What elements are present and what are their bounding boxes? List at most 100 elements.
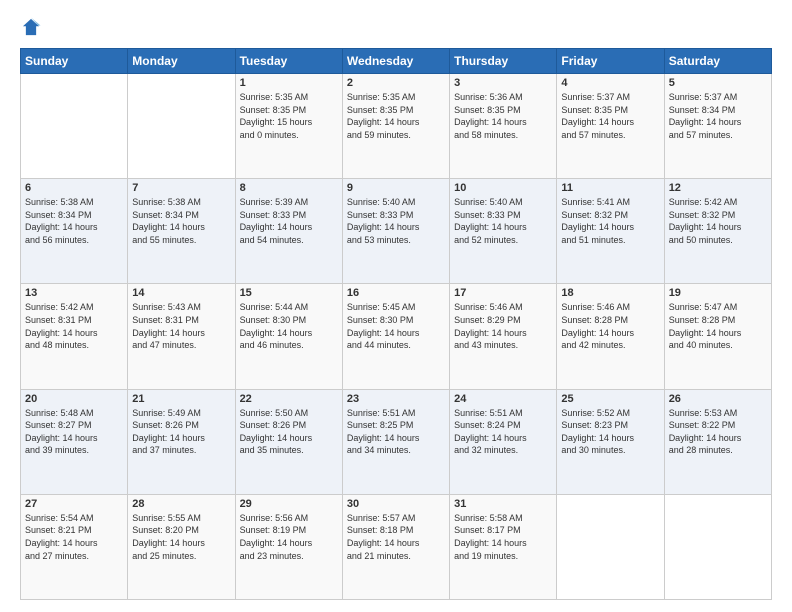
day-cell: 8 Sunrise: 5:39 AM Sunset: 8:33 PM Daylig… [235,179,342,284]
day-number: 26 [669,393,767,405]
week-row-2: 6 Sunrise: 5:38 AM Sunset: 8:34 PM Daylig… [21,179,772,284]
day-cell: 27 Sunrise: 5:54 AM Sunset: 8:21 PM Dayli… [21,494,128,599]
day-info: Sunrise: 5:45 AM Sunset: 8:30 PM Dayligh… [347,301,445,351]
day-number: 31 [454,498,552,510]
day-number: 6 [25,182,123,194]
day-info: Sunrise: 5:53 AM Sunset: 8:22 PM Dayligh… [669,407,767,457]
day-info: Sunrise: 5:40 AM Sunset: 8:33 PM Dayligh… [454,196,552,246]
day-number: 16 [347,287,445,299]
day-cell: 20 Sunrise: 5:48 AM Sunset: 8:27 PM Dayli… [21,389,128,494]
day-number: 1 [240,77,338,89]
day-cell: 12 Sunrise: 5:42 AM Sunset: 8:32 PM Dayli… [664,179,771,284]
day-cell: 9 Sunrise: 5:40 AM Sunset: 8:33 PM Daylig… [342,179,449,284]
day-info: Sunrise: 5:58 AM Sunset: 8:17 PM Dayligh… [454,512,552,562]
day-info: Sunrise: 5:39 AM Sunset: 8:33 PM Dayligh… [240,196,338,246]
day-number: 13 [25,287,123,299]
day-number: 28 [132,498,230,510]
day-number: 14 [132,287,230,299]
day-number: 24 [454,393,552,405]
day-info: Sunrise: 5:44 AM Sunset: 8:30 PM Dayligh… [240,301,338,351]
day-cell: 18 Sunrise: 5:46 AM Sunset: 8:28 PM Dayli… [557,284,664,389]
day-cell: 7Sunrise: 5:38 AM Sunset: 8:34 PM Daylig… [128,179,235,284]
day-info: Sunrise: 5:48 AM Sunset: 8:27 PM Dayligh… [25,407,123,457]
day-number: 18 [561,287,659,299]
logo [20,16,46,38]
day-cell [664,494,771,599]
day-number: 3 [454,77,552,89]
day-cell: 3 Sunrise: 5:36 AM Sunset: 8:35 PM Daylig… [450,74,557,179]
header [20,16,772,38]
day-cell: 28 Sunrise: 5:55 AM Sunset: 8:20 PM Dayli… [128,494,235,599]
day-info: Sunrise: 5:42 AM Sunset: 8:32 PM Dayligh… [669,196,767,246]
weekday-header-row: SundayMondayTuesdayWednesdayThursdayFrid… [21,49,772,74]
day-info: Sunrise: 5:42 AM Sunset: 8:31 PM Dayligh… [25,301,123,351]
day-number: 2 [347,77,445,89]
day-info: Sunrise: 5:41 AM Sunset: 8:32 PM Dayligh… [561,196,659,246]
logo-icon [20,16,42,38]
day-cell: 6Sunrise: 5:38 AM Sunset: 8:34 PM Daylig… [21,179,128,284]
week-row-5: 27 Sunrise: 5:54 AM Sunset: 8:21 PM Dayli… [21,494,772,599]
day-number: 30 [347,498,445,510]
day-cell: 21 Sunrise: 5:49 AM Sunset: 8:26 PM Dayli… [128,389,235,494]
day-number: 21 [132,393,230,405]
day-number: 20 [25,393,123,405]
day-info: Sunrise: 5:38 AM Sunset: 8:34 PM Dayligh… [132,196,230,246]
day-cell: 29Sunrise: 5:56 AM Sunset: 8:19 PM Dayli… [235,494,342,599]
day-number: 5 [669,77,767,89]
day-info: Sunrise: 5:55 AM Sunset: 8:20 PM Dayligh… [132,512,230,562]
day-info: Sunrise: 5:40 AM Sunset: 8:33 PM Dayligh… [347,196,445,246]
day-cell: 1Sunrise: 5:35 AM Sunset: 8:35 PM Daylig… [235,74,342,179]
day-info: Sunrise: 5:36 AM Sunset: 8:35 PM Dayligh… [454,91,552,141]
day-number: 12 [669,182,767,194]
week-row-1: 1Sunrise: 5:35 AM Sunset: 8:35 PM Daylig… [21,74,772,179]
day-info: Sunrise: 5:51 AM Sunset: 8:24 PM Dayligh… [454,407,552,457]
day-info: Sunrise: 5:51 AM Sunset: 8:25 PM Dayligh… [347,407,445,457]
day-number: 25 [561,393,659,405]
day-info: Sunrise: 5:37 AM Sunset: 8:35 PM Dayligh… [561,91,659,141]
day-number: 19 [669,287,767,299]
day-info: Sunrise: 5:49 AM Sunset: 8:26 PM Dayligh… [132,407,230,457]
day-info: Sunrise: 5:56 AM Sunset: 8:19 PM Dayligh… [240,512,338,562]
day-info: Sunrise: 5:47 AM Sunset: 8:28 PM Dayligh… [669,301,767,351]
day-cell: 30Sunrise: 5:57 AM Sunset: 8:18 PM Dayli… [342,494,449,599]
day-number: 9 [347,182,445,194]
day-info: Sunrise: 5:54 AM Sunset: 8:21 PM Dayligh… [25,512,123,562]
day-number: 27 [25,498,123,510]
day-number: 4 [561,77,659,89]
day-number: 10 [454,182,552,194]
day-number: 8 [240,182,338,194]
day-info: Sunrise: 5:43 AM Sunset: 8:31 PM Dayligh… [132,301,230,351]
day-cell: 31 Sunrise: 5:58 AM Sunset: 8:17 PM Dayli… [450,494,557,599]
weekday-header-tuesday: Tuesday [235,49,342,74]
day-cell: 16 Sunrise: 5:45 AM Sunset: 8:30 PM Dayli… [342,284,449,389]
weekday-header-wednesday: Wednesday [342,49,449,74]
day-number: 11 [561,182,659,194]
day-cell: 15Sunrise: 5:44 AM Sunset: 8:30 PM Dayli… [235,284,342,389]
page: SundayMondayTuesdayWednesdayThursdayFrid… [0,0,792,612]
day-number: 17 [454,287,552,299]
weekday-header-monday: Monday [128,49,235,74]
day-info: Sunrise: 5:37 AM Sunset: 8:34 PM Dayligh… [669,91,767,141]
day-cell: 11 Sunrise: 5:41 AM Sunset: 8:32 PM Dayli… [557,179,664,284]
week-row-4: 20 Sunrise: 5:48 AM Sunset: 8:27 PM Dayli… [21,389,772,494]
day-info: Sunrise: 5:52 AM Sunset: 8:23 PM Dayligh… [561,407,659,457]
day-cell: 2Sunrise: 5:35 AM Sunset: 8:35 PM Daylig… [342,74,449,179]
day-cell: 25 Sunrise: 5:52 AM Sunset: 8:23 PM Dayli… [557,389,664,494]
week-row-3: 13 Sunrise: 5:42 AM Sunset: 8:31 PM Dayli… [21,284,772,389]
day-cell: 4 Sunrise: 5:37 AM Sunset: 8:35 PM Daylig… [557,74,664,179]
day-cell: 22Sunrise: 5:50 AM Sunset: 8:26 PM Dayli… [235,389,342,494]
day-cell: 19 Sunrise: 5:47 AM Sunset: 8:28 PM Dayli… [664,284,771,389]
day-number: 22 [240,393,338,405]
weekday-header-friday: Friday [557,49,664,74]
weekday-header-sunday: Sunday [21,49,128,74]
day-cell: 14 Sunrise: 5:43 AM Sunset: 8:31 PM Dayli… [128,284,235,389]
day-cell: 26 Sunrise: 5:53 AM Sunset: 8:22 PM Dayli… [664,389,771,494]
day-cell: 17Sunrise: 5:46 AM Sunset: 8:29 PM Dayli… [450,284,557,389]
day-info: Sunrise: 5:46 AM Sunset: 8:28 PM Dayligh… [561,301,659,351]
weekday-header-saturday: Saturday [664,49,771,74]
day-cell [128,74,235,179]
day-cell [21,74,128,179]
weekday-header-thursday: Thursday [450,49,557,74]
day-cell [557,494,664,599]
day-cell: 5 Sunrise: 5:37 AM Sunset: 8:34 PM Daylig… [664,74,771,179]
